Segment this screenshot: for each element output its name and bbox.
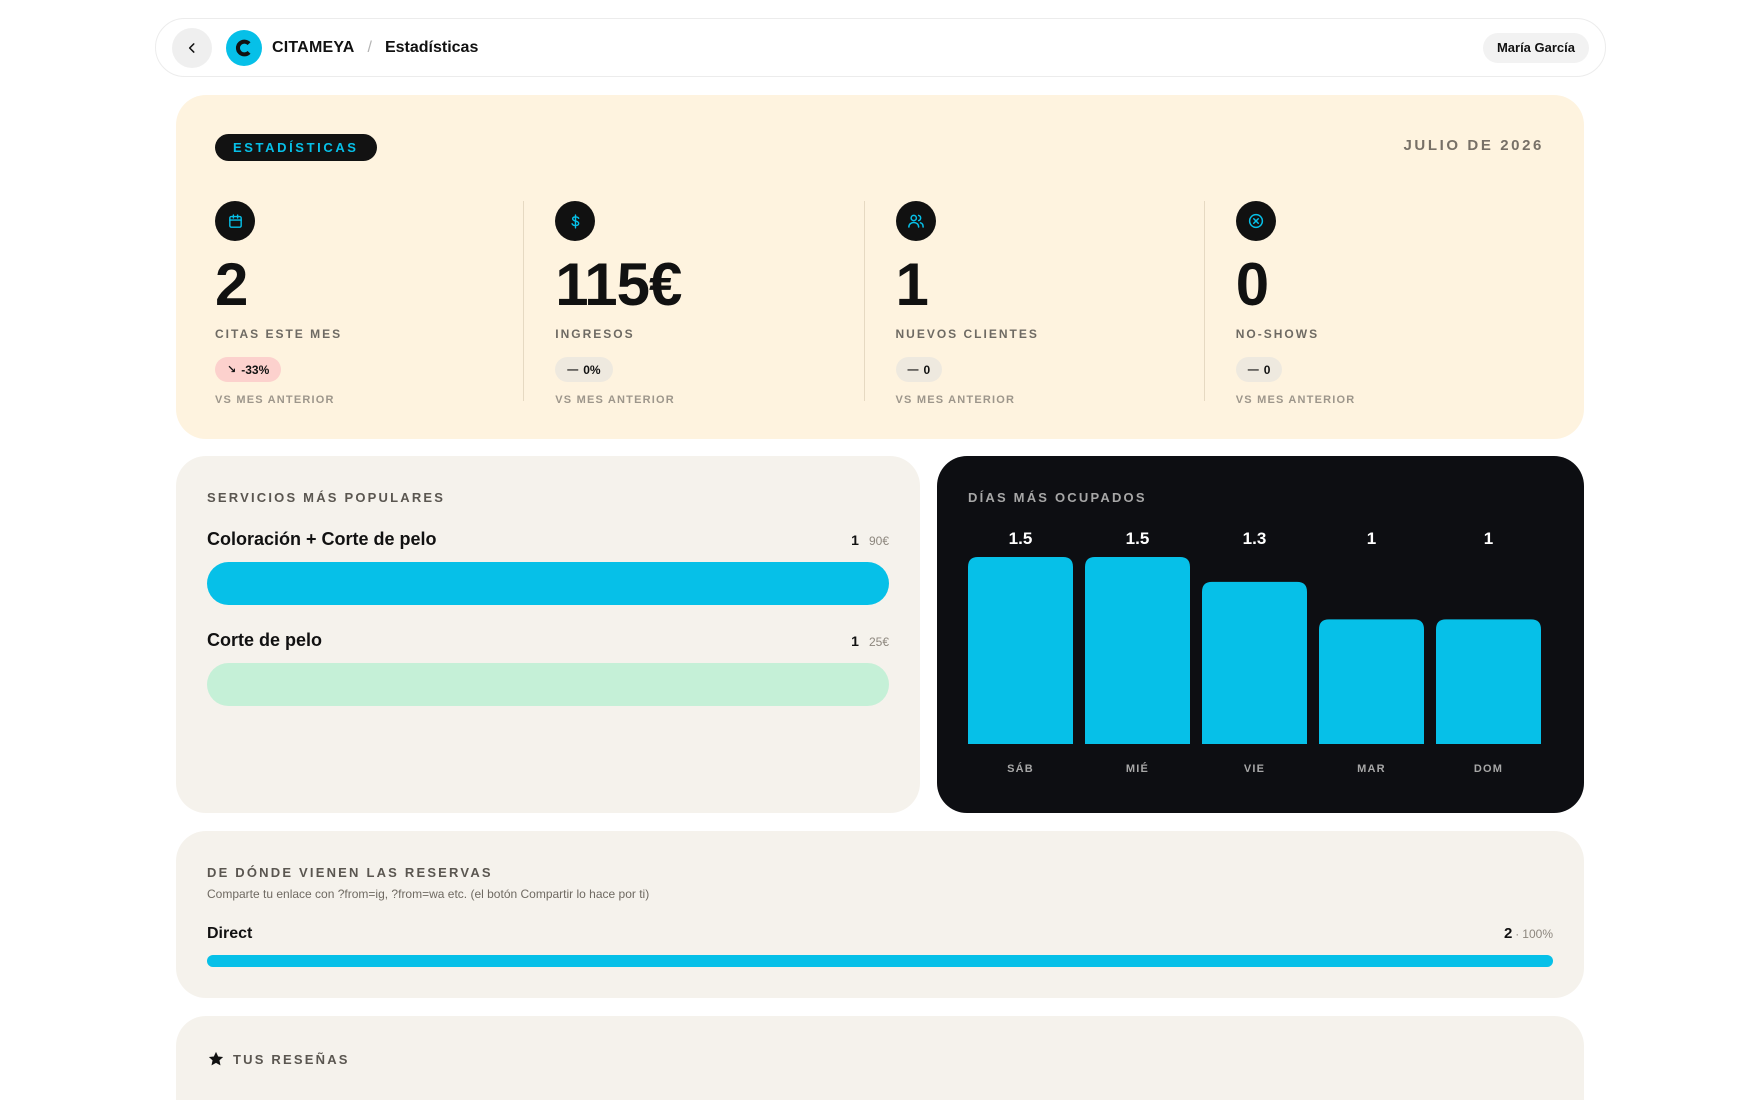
- section-title: TUS RESEÑAS: [233, 1051, 350, 1067]
- source-item: Direct 2 · 100%: [207, 925, 1553, 943]
- stat-new-clients: 1 NUEVOS CLIENTES — 0 VS MES ANTERIOR: [863, 201, 1204, 406]
- x-circle-icon: [1235, 201, 1276, 241]
- chart-tick-label: DOM: [1474, 763, 1503, 775]
- section-title: SERVICIOS MÁS POPULARES: [207, 490, 446, 505]
- service-name: Coloración + Corte de pelo: [207, 529, 437, 549]
- comparison-label: VS MES ANTERIOR: [555, 394, 675, 406]
- service-name: Corte de pelo: [207, 630, 323, 650]
- section-subtitle: Comparte tu enlace con ?from=ig, ?from=w…: [207, 887, 650, 901]
- stat-value: 115€: [555, 251, 682, 318]
- trend-value: 0%: [583, 362, 601, 377]
- stat-label: INGRESOS: [555, 327, 635, 341]
- section-title: DE DÓNDE VIENEN LAS RESERVAS: [207, 865, 493, 880]
- busiest-days-chart: 1.5 SÁB 1.5 MIÉ 1.3 VIE 1 MAR 1 DOM: [968, 529, 1541, 775]
- chart-tick-label: MAR: [1357, 763, 1386, 775]
- chart-tick-label: SÁB: [1007, 762, 1034, 775]
- chart-data-label: 1: [1484, 529, 1493, 548]
- reviews-card: TUS RESEÑAS: [176, 1016, 1584, 1100]
- chart-data-label: 1.5: [1126, 529, 1150, 548]
- page-title: Estadísticas: [384, 38, 479, 56]
- section-title: DÍAS MÁS OCUPADOS: [968, 490, 1147, 505]
- trend-badge: — 0%: [555, 357, 613, 382]
- comparison-label: VS MES ANTERIOR: [1235, 394, 1356, 406]
- chart-bar-mié: [1085, 557, 1190, 744]
- service-item: Coloración + Corte de pelo 1 90€: [207, 529, 889, 605]
- month-label: JULIO DE 2026: [1403, 137, 1544, 154]
- trend-badge: ↘ -33%: [215, 357, 282, 382]
- trend-value: -33%: [241, 362, 270, 377]
- brand-logo[interactable]: [226, 29, 262, 66]
- trend-flat-icon: —: [1247, 363, 1259, 376]
- chart-bar-mar: [1319, 619, 1424, 744]
- section-tag: ESTADÍSTICAS: [215, 134, 377, 161]
- source-bar-track: [207, 955, 1553, 967]
- breadcrumb-separator: /: [367, 38, 372, 56]
- service-item: Corte de pelo 1 25€: [207, 630, 889, 706]
- source-percent: 100%: [1522, 927, 1553, 941]
- comparison-label: VS MES ANTERIOR: [895, 394, 1016, 406]
- stat-appointments: 2 CITAS ESTE MES ↘ -33% VS MES ANTERIOR: [215, 201, 523, 406]
- trend-value: 0: [1263, 362, 1271, 377]
- stats-row: 2 CITAS ESTE MES ↘ -33% VS MES ANTERIOR …: [215, 201, 1544, 406]
- chart-bar-dom: [1436, 619, 1541, 744]
- stat-no-shows: 0 NO-SHOWS — 0 VS MES ANTERIOR: [1203, 201, 1544, 406]
- service-bar: [207, 562, 889, 605]
- trend-badge: — 0: [1235, 357, 1283, 382]
- back-button[interactable]: [172, 27, 212, 68]
- logo-c-icon: [236, 39, 251, 56]
- stat-value: 0: [1235, 251, 1269, 318]
- trend-badge: — 0: [895, 357, 943, 382]
- stat-label: CITAS ESTE MES: [215, 327, 343, 341]
- source-count: 2: [1503, 925, 1513, 942]
- service-count: 1: [851, 532, 859, 548]
- stat-revenue: 115€ INGRESOS — 0% VS MES ANTERIOR: [523, 201, 863, 406]
- service-revenue: 90€: [868, 534, 889, 548]
- trend-down-icon: ↘: [227, 364, 237, 376]
- star-icon: [208, 1051, 224, 1066]
- stat-label: NO-SHOWS: [1235, 327, 1320, 341]
- chart-data-label: 1.5: [1009, 529, 1033, 548]
- calendar-icon: [215, 201, 255, 241]
- top-bar: CITAMEYA / Estadísticas María García: [155, 18, 1606, 77]
- chart-tick-label: VIE: [1244, 763, 1265, 775]
- comparison-label: VS MES ANTERIOR: [215, 394, 335, 406]
- stat-value: 2: [215, 251, 248, 318]
- dollar-icon: [555, 201, 596, 241]
- brand-name[interactable]: CITAMEYA: [272, 39, 355, 57]
- source-bar-fill: [207, 955, 1553, 967]
- chart-bar-sáb: [968, 557, 1073, 744]
- service-bar: [207, 663, 889, 706]
- chart-data-label: 1: [1367, 529, 1376, 548]
- summary-card: ESTADÍSTICAS JULIO DE 2026 2 CITAS ESTE …: [176, 95, 1584, 439]
- page: CITAMEYA / Estadísticas María García EST…: [0, 0, 1760, 1100]
- booking-sources-card: DE DÓNDE VIENEN LAS RESERVAS Comparte tu…: [176, 831, 1584, 998]
- trend-value: 0: [923, 362, 931, 377]
- service-revenue: 25€: [868, 635, 889, 649]
- stat-value: 1: [895, 251, 929, 318]
- chart-data-label: 1.3: [1243, 529, 1267, 548]
- stat-label: NUEVOS CLIENTES: [895, 327, 1039, 341]
- service-count: 1: [851, 633, 859, 649]
- popular-services-card: SERVICIOS MÁS POPULARES Coloración + Cor…: [176, 456, 920, 813]
- trend-flat-icon: —: [907, 363, 919, 376]
- users-icon: [895, 201, 936, 241]
- source-name: Direct: [207, 925, 253, 942]
- trend-flat-icon: —: [567, 363, 579, 376]
- user-menu-button[interactable]: María García: [1482, 32, 1589, 63]
- busiest-days-card: DÍAS MÁS OCUPADOS 1.5 SÁB 1.5 MIÉ 1.3 VIE 1 MAR…: [937, 456, 1584, 813]
- source-separator: ·: [1515, 927, 1520, 941]
- chart-tick-label: MIÉ: [1126, 762, 1149, 775]
- chart-bar-vie: [1202, 581, 1307, 744]
- reviews-header: TUS RESEÑAS: [207, 1050, 350, 1068]
- chevron-left-icon: [188, 42, 195, 53]
